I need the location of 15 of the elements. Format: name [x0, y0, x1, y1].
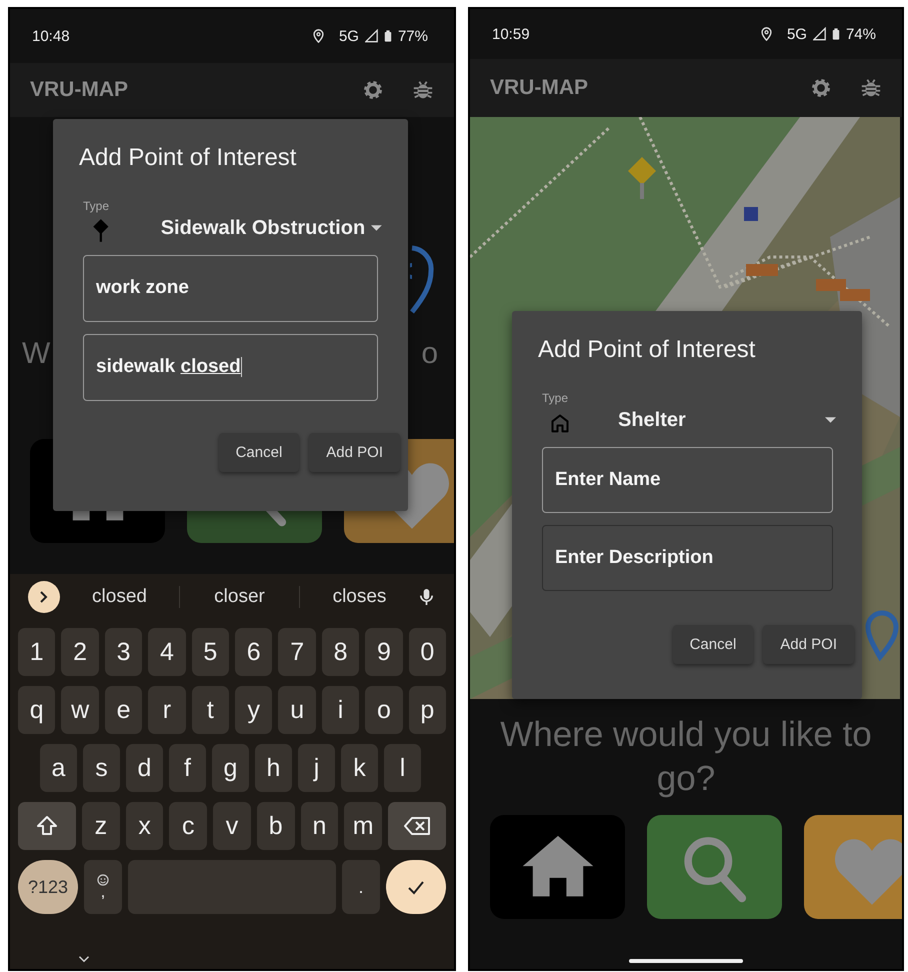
dialog-title: Add Point of Interest [538, 335, 756, 365]
type-label: Type [542, 391, 570, 405]
clock: 10:59 [492, 26, 530, 42]
heading-fragment: W [22, 336, 50, 372]
app-title: VRU-MAP [490, 76, 589, 100]
type-label: Type [83, 199, 110, 213]
heading-fragment: o [421, 336, 438, 372]
dialog-title: Add Point of Interest [79, 143, 298, 173]
battery-percent: 74% [846, 26, 876, 42]
clock: 10:48 [32, 28, 70, 44]
network-label: 5G [338, 28, 359, 44]
battery-percent: 77% [398, 28, 428, 44]
prompt-heading: Where would you like to go? [499, 714, 873, 800]
app-title: VRU-MAP [30, 78, 129, 102]
network-label: 5G [786, 26, 807, 42]
